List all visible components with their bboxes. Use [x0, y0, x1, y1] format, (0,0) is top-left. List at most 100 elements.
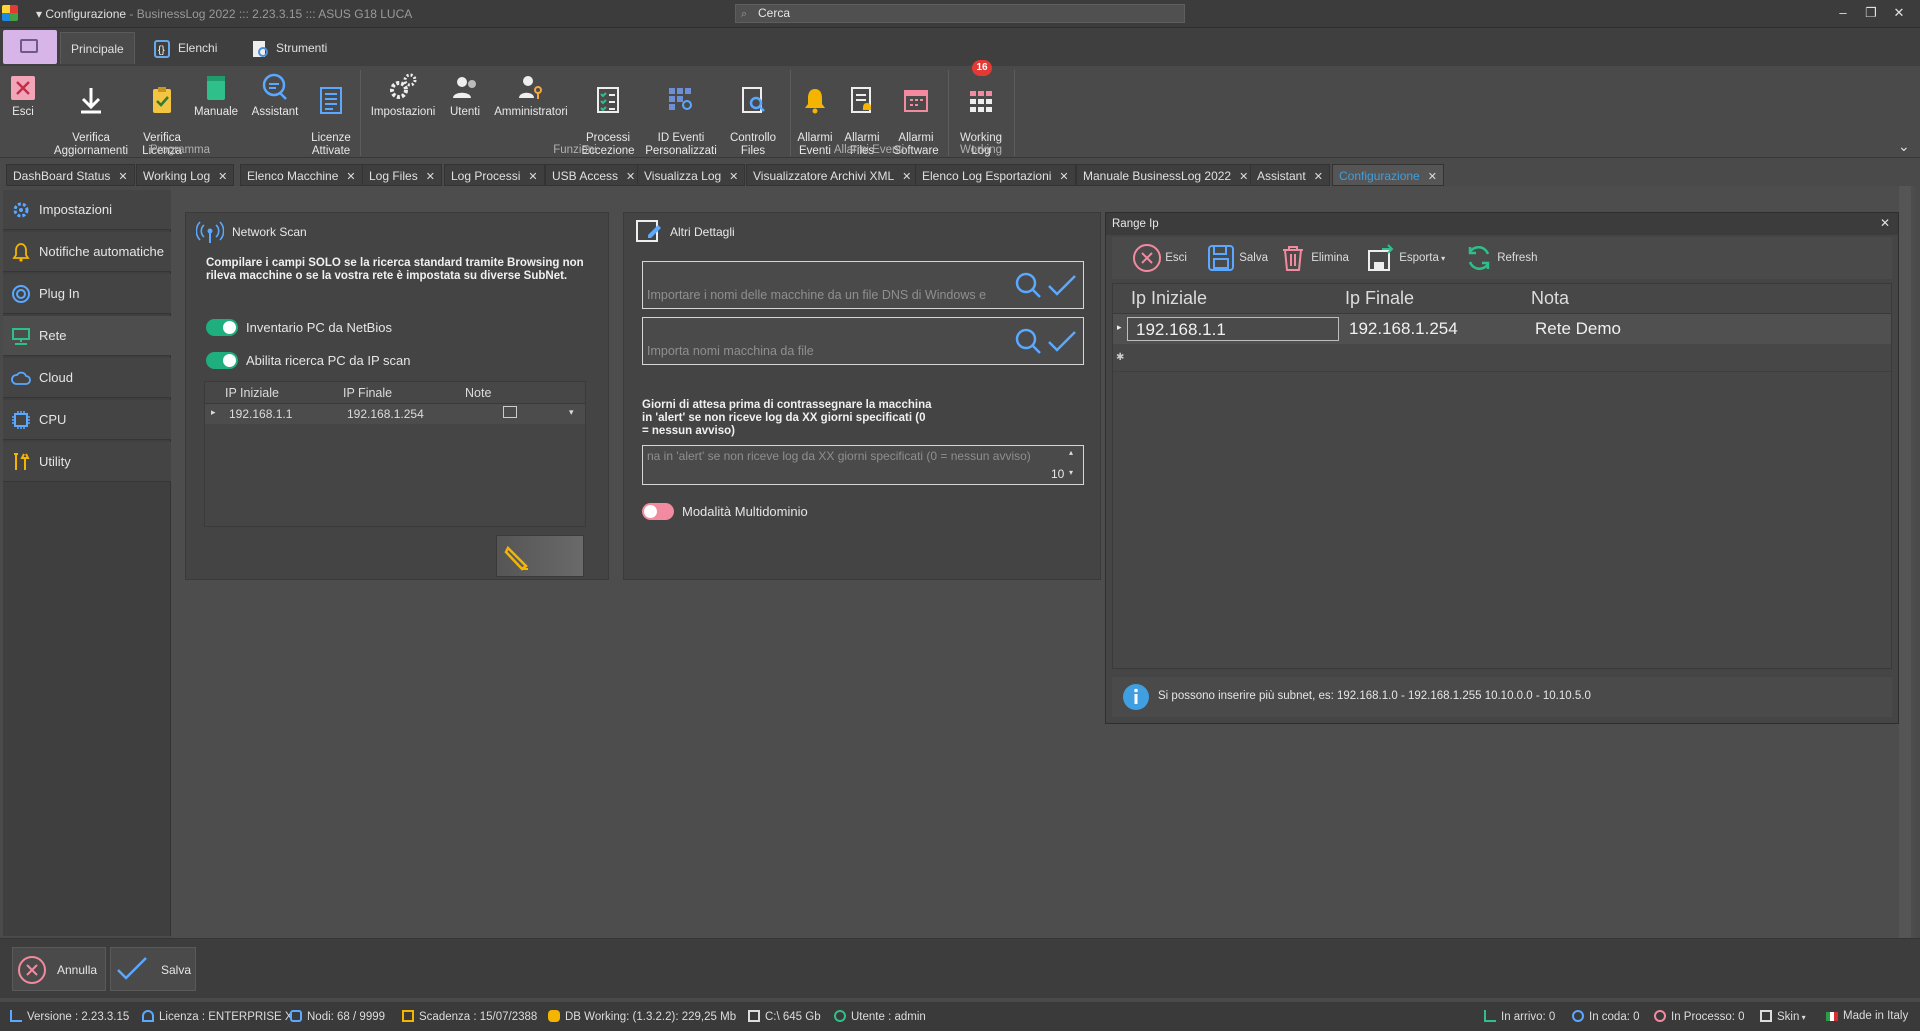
cloud-icon — [11, 371, 31, 385]
doc-tab[interactable]: Elenco Macchine ✕ — [240, 164, 363, 186]
doc-tab[interactable]: Elenco Log Esportazioni ✕ — [915, 164, 1076, 186]
doc-tab-active[interactable]: Configurazione ✕ — [1332, 164, 1444, 186]
file-menu-button[interactable] — [3, 30, 57, 64]
quick-access-chevron-icon[interactable]: ▾ — [36, 7, 45, 21]
skin-selector[interactable]: Skin ▾ — [1760, 1010, 1806, 1023]
working-log-button[interactable]: Working Log — [954, 70, 1008, 157]
table-row[interactable]: ▸ 192.168.1.1 192.168.1.254 ▾ — [205, 404, 585, 424]
close-tab-icon[interactable]: ✕ — [218, 171, 227, 183]
doc-tab[interactable]: DashBoard Status ✕ — [6, 164, 135, 186]
maximize-button[interactable]: ❐ — [1860, 4, 1882, 22]
edit-button[interactable] — [496, 535, 584, 577]
bell-icon — [805, 89, 825, 114]
status-text: C:\ 645 Gb — [765, 1011, 821, 1023]
content-area: Network Scan Compilare i campi SOLO se l… — [171, 186, 1915, 938]
sidebar-item-utility[interactable]: Utility — [3, 442, 171, 482]
netbios-toggle[interactable] — [206, 319, 238, 336]
verifica-licenza-button[interactable]: Verifica Licenza — [138, 70, 186, 157]
search-confirm-icon[interactable] — [1013, 326, 1079, 358]
multidomain-toggle[interactable] — [642, 503, 674, 520]
utenti-button[interactable]: Utenti — [444, 70, 486, 142]
close-tab-icon[interactable]: ✕ — [118, 171, 127, 183]
allarmi-eventi-button[interactable]: Allarmi Eventi — [794, 70, 836, 157]
doc-tab[interactable]: Log Processi ✕ — [444, 164, 545, 186]
impostazioni-button[interactable]: Impostazioni — [366, 70, 440, 142]
dns-import-field[interactable]: Importare i nomi delle macchine da un fi… — [642, 261, 1084, 309]
doc-tab[interactable]: USB Access ✕ — [545, 164, 643, 186]
spin-down-icon[interactable]: ▾ — [1069, 468, 1073, 477]
sidebar-item-plugin[interactable]: Plug In — [3, 274, 171, 314]
assistant-button[interactable]: Assistant — [246, 70, 304, 142]
allarmi-software-button[interactable]: Allarmi Software — [888, 70, 944, 157]
grid-cell-end[interactable]: 192.168.1.254 — [347, 407, 424, 421]
wait-days-value[interactable]: 10 — [1051, 467, 1064, 481]
sidebar-item-cpu[interactable]: CPU — [3, 400, 171, 440]
bell-icon — [12, 243, 30, 262]
id-eventi-personalizzati-button[interactable]: ID Eventi Personalizzati — [644, 70, 718, 157]
close-tab-icon[interactable]: ✕ — [528, 171, 537, 183]
close-tab-icon[interactable]: ✕ — [426, 171, 435, 183]
close-tab-icon[interactable]: ✕ — [729, 171, 738, 183]
esci-button[interactable]: Esci — [6, 70, 40, 142]
close-tab-icon[interactable]: ✕ — [1059, 171, 1068, 183]
close-button[interactable]: ✕ — [1888, 4, 1910, 22]
doc-tab[interactable]: Visualizzatore Archivi XML ✕ — [746, 164, 919, 186]
file-import-field[interactable]: Importa nomi macchina da file — [642, 317, 1084, 365]
verifica-aggiornamenti-button[interactable]: Verifica Aggiornamenti — [48, 70, 134, 157]
vertical-scrollbar[interactable] — [1899, 186, 1911, 938]
memo-edit-icon[interactable] — [503, 406, 517, 418]
app-logo-icon[interactable] — [2, 5, 18, 21]
new-row[interactable]: ✱ — [1113, 344, 1891, 372]
close-tab-icon[interactable]: ✕ — [346, 171, 355, 183]
ip-scan-label: Abilita ricerca PC da IP scan — [246, 353, 411, 368]
doc-tab[interactable]: Working Log ✕ — [136, 164, 235, 186]
manuale-button[interactable]: Manuale — [190, 70, 242, 142]
doc-tab[interactable]: Log Files ✕ — [362, 164, 442, 186]
close-panel-icon[interactable]: ✕ — [1880, 216, 1890, 230]
spin-up-icon[interactable]: ▴ — [1069, 448, 1073, 457]
esporta-tool-button[interactable]: Esporta ▾ — [1366, 241, 1445, 275]
esci-tool-button[interactable]: Esci — [1132, 241, 1187, 275]
status-text: Made in Italy — [1843, 1010, 1909, 1022]
grid-cell-start[interactable]: 192.168.1.1 — [229, 407, 292, 421]
controllo-files-button[interactable]: Controllo Files — [722, 70, 784, 157]
amministratori-button[interactable]: Amministratori — [490, 70, 572, 142]
elimina-tool-button[interactable]: Elimina — [1278, 241, 1349, 275]
search-input[interactable]: ⌕ Cerca — [735, 4, 1185, 23]
allarmi-files-button[interactable]: Allarmi Files — [840, 70, 884, 157]
search-icon: ⌕ — [741, 8, 748, 20]
minimize-button[interactable]: – — [1832, 4, 1854, 22]
doc-tab[interactable]: Manuale BusinessLog 2022 ✕ — [1076, 164, 1256, 186]
sidebar-item-cloud[interactable]: Cloud — [3, 358, 171, 398]
processi-eccezione-button[interactable]: Processi Eccezione — [576, 70, 640, 157]
tab-strumenti[interactable]: Strumenti — [240, 32, 337, 64]
close-tab-icon[interactable]: ✕ — [902, 171, 911, 183]
collapse-ribbon-chevron-icon[interactable]: ⌄ — [1898, 138, 1910, 155]
sidebar-item-impostazioni[interactable]: Impostazioni — [3, 190, 171, 230]
doc-tab[interactable]: Assistant ✕ — [1250, 164, 1330, 186]
salva-tool-button[interactable]: Salva — [1206, 241, 1268, 275]
wait-days-spinner[interactable]: na in 'alert' se non riceve log da XX gi… — [642, 445, 1084, 485]
grid-cell-end[interactable]: 192.168.1.254 — [1349, 319, 1458, 339]
refresh-tool-button[interactable]: Refresh — [1464, 241, 1537, 275]
close-tab-icon[interactable]: ✕ — [626, 171, 635, 183]
dropdown-chevron-icon[interactable]: ▾ — [569, 407, 574, 418]
doc-tab[interactable]: Visualizza Log ✕ — [637, 164, 746, 186]
grid-cell-start[interactable]: 192.168.1.1 — [1127, 317, 1339, 341]
close-tab-icon[interactable]: ✕ — [1428, 171, 1437, 183]
table-row[interactable]: ▸ 192.168.1.1 192.168.1.254 Rete Demo — [1113, 314, 1891, 344]
checklist-icon — [597, 87, 619, 113]
licenze-attivate-button[interactable]: Licenze Attivate — [308, 70, 354, 157]
tab-elenchi[interactable]: {} Elenchi — [142, 32, 227, 64]
tab-principale[interactable]: Principale — [60, 32, 135, 64]
save-button[interactable]: Salva — [110, 947, 196, 991]
close-tab-icon[interactable]: ✕ — [1239, 171, 1248, 183]
ip-scan-toggle[interactable] — [206, 352, 238, 369]
close-tab-icon[interactable]: ✕ — [1314, 171, 1323, 183]
sidebar-item-notifiche[interactable]: Notifiche automatiche — [3, 232, 171, 272]
cancel-button[interactable]: Annulla — [12, 947, 106, 991]
grid-cell-note[interactable]: Rete Demo — [1535, 319, 1621, 339]
user-icon — [834, 1010, 846, 1022]
sidebar-item-rete[interactable]: Rete — [3, 316, 171, 356]
search-confirm-icon[interactable] — [1013, 270, 1079, 302]
